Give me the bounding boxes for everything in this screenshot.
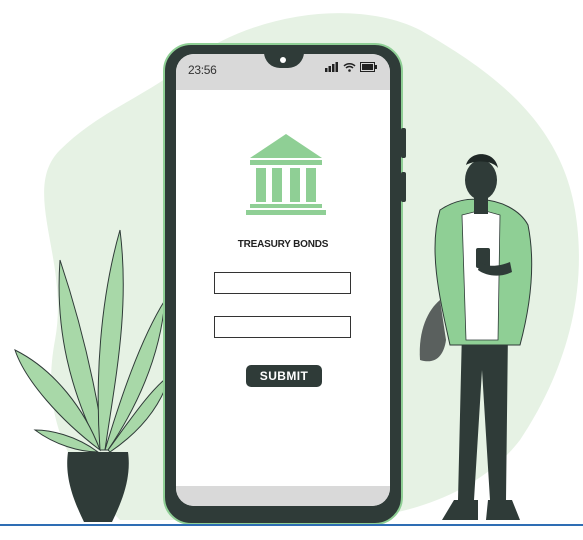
signal-icon [325,62,338,72]
ground-line [0,524,583,526]
phone-side-button [401,172,406,202]
input-field-2[interactable] [214,316,358,338]
camera-icon [280,57,286,63]
text-input-1[interactable] [215,273,358,294]
phone-screen: 23:56 TREASURY BONDS SUBMIT [176,54,390,506]
input-field-1[interactable] [214,272,358,294]
status-time: 23:56 [188,63,217,77]
app-title: TREASURY BONDS [237,239,329,250]
bottom-bar [176,486,390,506]
battery-icon [360,62,377,72]
bank-icon [246,134,326,215]
wifi-icon [343,63,356,72]
text-input-2[interactable] [215,317,358,338]
illustration-scene: 23:56 TREASURY BONDS SUBMIT [0,0,583,540]
phone-side-button [401,128,406,158]
submit-button[interactable]: SUBMIT [246,365,322,387]
status-icons [325,62,378,72]
